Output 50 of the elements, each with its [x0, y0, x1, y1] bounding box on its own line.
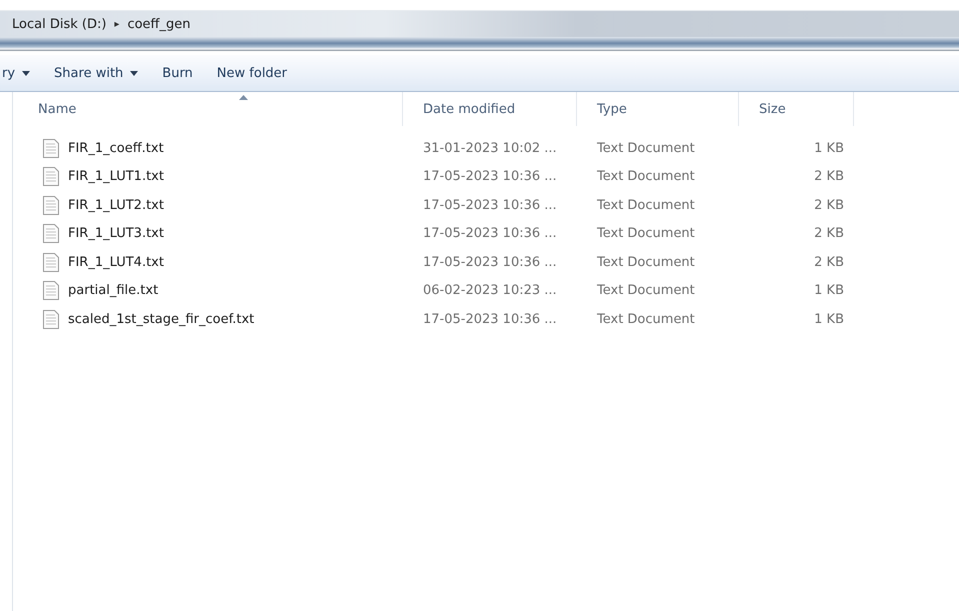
file-size: 2 KB	[814, 169, 845, 184]
file-size: 1 KB	[814, 312, 845, 327]
date-modified: 17-05-2023 10:36 ...	[422, 254, 558, 270]
file-name[interactable]: FIR_1_coeff.txt	[13, 138, 403, 158]
file-size: 2 KB	[814, 226, 845, 242]
toolbar-button[interactable]: New folder	[204, 55, 300, 91]
file-name[interactable]: FIR_1_LUT1.txt	[13, 167, 403, 186]
file-name[interactable]: scaled_1st_stage_fir_coef.txt	[13, 310, 403, 329]
column-header[interactable]: Size	[739, 92, 854, 126]
file-name[interactable]: partial_file.txt	[13, 281, 403, 300]
file-type: Text Document	[596, 140, 696, 156]
file-type: Text Document	[596, 226, 696, 242]
file-type: Text Document	[596, 169, 696, 184]
file-size: 2 KB	[814, 198, 845, 213]
column-header[interactable]: Name	[13, 92, 403, 126]
column-header[interactable]: Date modified	[403, 92, 577, 126]
date-modified: 17-05-2023 10:36 ...	[422, 312, 558, 327]
file-size: 2 KB	[814, 254, 845, 270]
date-modified: 17-05-2023 10:36 ...	[422, 198, 558, 213]
file-size: 1 KB	[814, 283, 845, 298]
sort-arrow-icon	[238, 95, 248, 100]
date-modified: 06-02-2023 10:23 ...	[422, 283, 558, 298]
column-header[interactable]: Type	[577, 92, 739, 126]
address-bar[interactable]: Local Disk (D:) ▸ coeff_gen	[0, 10, 959, 37]
text-file-icon	[43, 167, 59, 186]
file-name[interactable]: FIR_1_LUT4.txt	[13, 252, 403, 272]
caret-icon	[22, 70, 30, 76]
breadcrumb-separator: ▸	[114, 18, 120, 30]
breadcrumb-item[interactable]: coeff_gen	[127, 16, 190, 32]
date-modified: 31-01-2023 10:02 ...	[422, 140, 558, 156]
text-file-icon	[43, 310, 59, 329]
text-file-icon	[43, 252, 59, 272]
toolbar-button[interactable]: Share with	[42, 55, 150, 91]
file-type: Text Document	[596, 254, 696, 270]
text-file-icon	[43, 281, 59, 300]
text-file-icon	[43, 196, 59, 215]
breadcrumb-item[interactable]: Local Disk (D:)	[12, 16, 106, 32]
file-name[interactable]: FIR_1_LUT3.txt	[13, 224, 403, 244]
file-type: Text Document	[596, 312, 696, 327]
file-size: 1 KB	[814, 140, 845, 156]
toolbar-button[interactable]: ry	[0, 55, 42, 91]
file-type: Text Document	[596, 198, 696, 213]
toolbar-button[interactable]: Burn	[150, 55, 205, 91]
date-modified: 17-05-2023 10:36 ...	[422, 226, 558, 242]
text-file-icon	[43, 138, 59, 158]
caret-icon	[130, 70, 138, 76]
file-name[interactable]: FIR_1_LUT2.txt	[13, 196, 403, 215]
file-type: Text Document	[596, 283, 696, 298]
text-file-icon	[43, 224, 59, 244]
date-modified: 17-05-2023 10:36 ...	[422, 169, 558, 184]
